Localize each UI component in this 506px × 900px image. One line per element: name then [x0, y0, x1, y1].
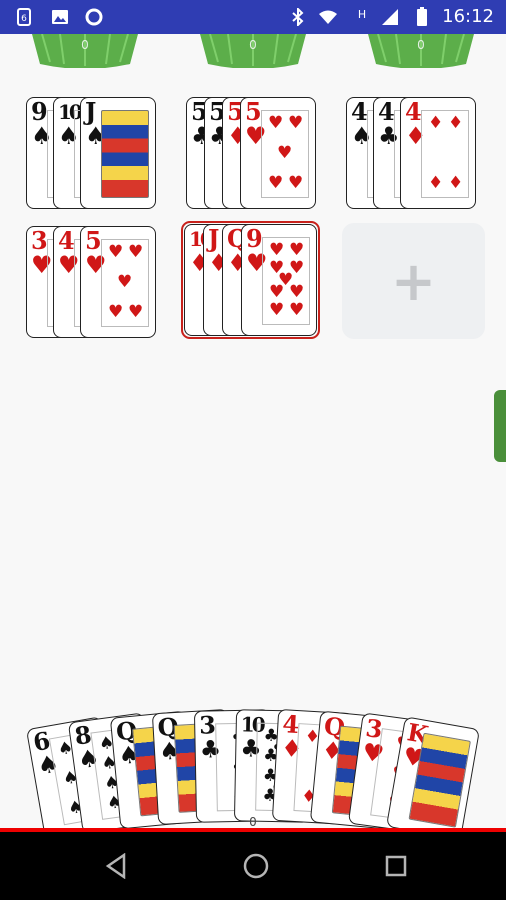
selection-highlight	[181, 221, 320, 339]
card-rank: 4	[351, 97, 368, 126]
card-rank: J	[85, 97, 97, 126]
card-pips: ♥ ♥ ♥ ♥ ♥	[101, 239, 149, 327]
card-rank: 5	[85, 226, 102, 255]
face-card-art-icon	[101, 110, 149, 198]
player-hand: 6♠♠♠♠♠♠♠8♠♠♠♠♠♠♠♠♠Q♠Q♠3♣♣♣♣10♣♣♣♣♣♣♣♣♣♣♣…	[0, 700, 506, 840]
card-pip-icon: ♦	[448, 113, 464, 133]
card-pip-icon: ♦	[428, 173, 444, 193]
card-rank: 4	[58, 226, 75, 255]
playing-card[interactable]: 5 ♥ ♥ ♥ ♥ ♥ ♥	[240, 97, 316, 209]
playing-card[interactable]: 4 ♦ ♦ ♦ ♦ ♦	[400, 97, 476, 209]
battery-icon	[412, 7, 432, 27]
bluetooth-icon	[288, 7, 308, 27]
card-pip-icon: ♥	[128, 242, 144, 262]
card-pip-icon: ♥	[277, 143, 293, 163]
card-pip-icon: ♥	[117, 272, 133, 292]
card-rank: 3	[31, 226, 48, 255]
card-rank: 4	[405, 97, 422, 126]
opponent-pile-right: 0	[366, 34, 476, 72]
card-pip-icon: ♥	[128, 302, 144, 322]
card-pip-icon: ♥	[108, 242, 124, 262]
meld[interactable]: 3♥♥♥♥4♥♥♥♥♥5♥♥♥♥♥♥	[26, 226, 156, 338]
card-pips: ♥ ♥ ♥ ♥ ♥	[261, 110, 309, 198]
card-pip-icon: ♦	[428, 113, 444, 133]
opponent-card-count: 0	[417, 38, 425, 52]
opponent-card-count: 0	[249, 38, 257, 52]
playing-card[interactable]: 5 ♥ ♥ ♥ ♥ ♥ ♥	[80, 226, 156, 338]
image-icon	[50, 7, 70, 27]
hand-card-count: 0	[249, 815, 257, 829]
navigation-bar	[0, 832, 506, 900]
signal-icon	[380, 7, 400, 27]
card-pip-icon: ♥	[108, 302, 124, 322]
clock: 16:12	[442, 6, 494, 27]
opponent-pile-left: 0	[30, 34, 140, 72]
back-icon[interactable]	[96, 846, 136, 886]
meld[interactable]: 4♠♠♠♠♠4♣♣♣♣♣4♦♦♦♦♦	[346, 97, 476, 209]
network-type-label: H	[357, 7, 367, 21]
wifi-icon	[318, 7, 338, 27]
card-rank: 5	[245, 97, 262, 126]
home-icon[interactable]	[236, 846, 276, 886]
playing-card[interactable]: J ♠	[80, 97, 156, 209]
recents-icon[interactable]	[376, 846, 416, 886]
meld[interactable]: 9♠♠♠♠♠♠♠♠♠♠10♠♠♠♠♠♠♠♠♠♠♠J♠	[26, 97, 156, 209]
sync-icon	[84, 7, 104, 27]
card-pip-icon: ♦	[448, 173, 464, 193]
card-pip-icon: ♥	[268, 173, 284, 193]
opponent-card-count: 0	[81, 38, 89, 52]
card-pips: ♦♦♦♦	[421, 110, 469, 198]
card-pip-icon: ♥	[288, 113, 304, 133]
meld[interactable]: 5♣♣♣♣♣♣5♣♣♣♣♣♣5♦♦♦♦♦♦5♥♥♥♥♥♥	[186, 97, 316, 209]
notification-icon: 6	[14, 7, 34, 27]
side-drawer-tab[interactable]	[494, 390, 506, 462]
opponent-pile-center: 0	[198, 34, 308, 72]
card-rank: 3	[198, 710, 217, 740]
plus-icon: +	[390, 249, 437, 313]
add-meld-button[interactable]: +	[342, 223, 485, 339]
card-rank: 9	[31, 97, 48, 126]
card-pip-icon: ♥	[268, 113, 284, 133]
svg-text:6: 6	[21, 14, 27, 24]
card-rank: 4	[378, 97, 395, 126]
status-bar: 6 H 16:12	[0, 0, 506, 34]
card-pip-icon: ♥	[288, 173, 304, 193]
meld-selected[interactable]: 10♦♦♦♦♦♦♦♦♦♦♦J♦♦Q♦♦9♥♥♥♥♥♥♥♥♥♥	[181, 221, 320, 339]
